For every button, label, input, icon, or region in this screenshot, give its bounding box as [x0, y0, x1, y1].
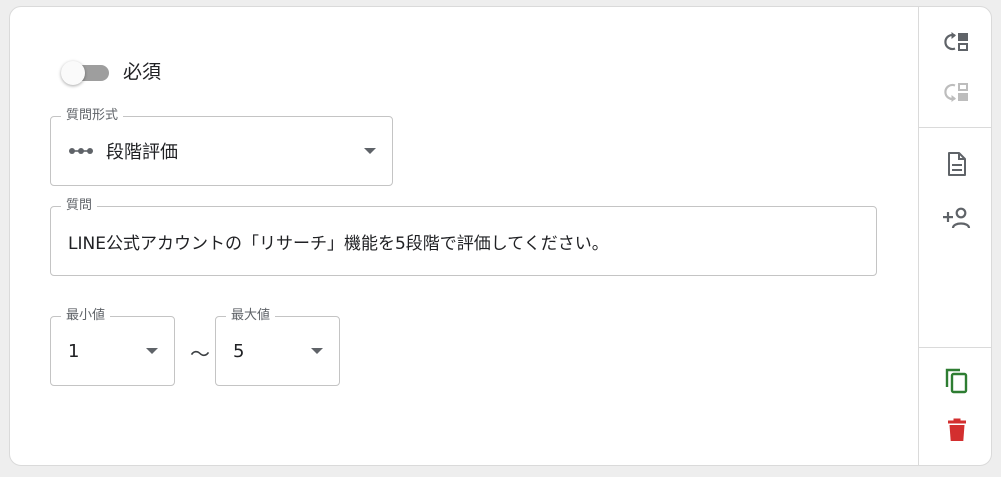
required-toggle[interactable] [61, 59, 111, 85]
move-up-icon [943, 30, 971, 54]
question-card: 必須 質問形式 段階評価 質問 LINE公式アカウントの「リサーチ」機能を5段階… [9, 6, 992, 466]
copy-button[interactable] [939, 363, 975, 399]
delete-button[interactable] [939, 412, 975, 448]
chevron-down-icon [364, 148, 376, 154]
chevron-down-icon [146, 348, 158, 354]
scale-dots-icon [68, 146, 94, 156]
question-format-value: 段階評価 [106, 142, 178, 163]
toolbar-divider [919, 127, 991, 128]
required-label: 必須 [123, 61, 162, 83]
chevron-down-icon [311, 348, 323, 354]
move-down-button[interactable] [939, 74, 975, 110]
toggle-knob [61, 61, 85, 85]
question-format-select[interactable]: 質問形式 段階評価 [50, 107, 393, 186]
toolbar-divider [919, 347, 991, 348]
question-text-value: LINE公式アカウントの「リサーチ」機能を5段階で評価してください。 [68, 233, 609, 254]
question-text-field[interactable]: 質問 LINE公式アカウントの「リサーチ」機能を5段階で評価してください。 [50, 197, 877, 276]
question-format-value-wrap: 段階評価 [68, 117, 178, 185]
move-up-button[interactable] [939, 24, 975, 60]
min-value: 1 [68, 340, 80, 362]
document-button[interactable] [939, 146, 975, 182]
side-toolbar [918, 7, 991, 465]
add-person-button[interactable] [939, 200, 975, 236]
document-icon [946, 151, 968, 177]
range-separator: 〜 [190, 342, 210, 366]
add-person-icon [942, 206, 972, 230]
copy-icon [944, 367, 970, 395]
min-value-select[interactable]: 最小値 1 [50, 307, 175, 386]
move-down-icon [943, 80, 971, 104]
max-value: 5 [233, 340, 245, 362]
max-value-select[interactable]: 最大値 5 [215, 307, 340, 386]
question-editor: 必須 質問形式 段階評価 質問 LINE公式アカウントの「リサーチ」機能を5段階… [10, 7, 918, 465]
trash-icon [947, 418, 967, 442]
